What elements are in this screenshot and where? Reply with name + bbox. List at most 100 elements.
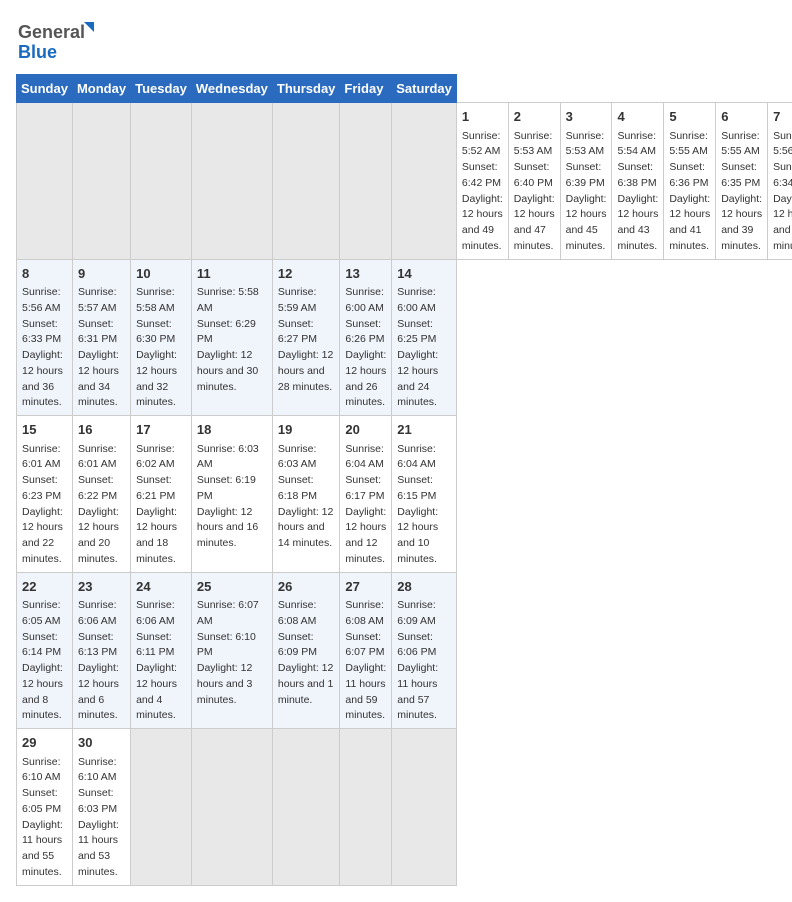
day-number: 5 <box>669 107 710 127</box>
calendar-cell <box>272 103 340 260</box>
sunrise: Sunrise: 5:57 AM <box>78 286 117 314</box>
sunset: Sunset: 6:13 PM <box>78 631 117 659</box>
sunset: Sunset: 6:09 PM <box>278 631 317 659</box>
calendar-cell: 24Sunrise: 6:06 AM Sunset: 6:11 PM Dayligh… <box>131 572 192 729</box>
calendar-cell <box>72 103 130 260</box>
week-row: 1 Sunrise: 5:52 AM Sunset: 6:42 PM Daylight… <box>17 103 792 260</box>
sunset: Sunset: 6:05 PM <box>22 787 61 815</box>
calendar-cell: 14Sunrise: 6:00 AMSunset: 6:25 PMDayligh… <box>392 259 457 416</box>
sunrise: Sunrise: 5:58 AM <box>136 286 175 314</box>
week-row: 8Sunrise: 5:56 AMSunset: 6:33 PMDaylight… <box>17 259 792 416</box>
week-row: 22Sunrise: 6:05 AMSunset: 6:14 PMDayligh… <box>17 572 792 729</box>
sunset: Sunset: 6:07 PM <box>345 631 384 659</box>
calendar-cell <box>340 103 392 260</box>
daylight: Daylight: 12 hours and 38 minutes. <box>773 193 792 252</box>
sunrise: Sunrise: 6:03 AM <box>278 443 317 471</box>
calendar-cell: 7 Sunrise: 5:56 AM Sunset: 6:34 PM Daylight… <box>768 103 792 260</box>
calendar-table: SundayMondayTuesdayWednesdayThursdayFrid… <box>16 74 792 886</box>
sunset: Sunset: 6:18 PM <box>278 474 317 502</box>
sunrise: Sunrise: 5:52 AM <box>462 130 501 158</box>
day-number: 29 <box>22 733 67 753</box>
header-day-thursday: Thursday <box>272 75 340 103</box>
calendar-cell: 1 Sunrise: 5:52 AM Sunset: 6:42 PM Daylight… <box>456 103 508 260</box>
sunset: Sunset: 6:39 PM <box>566 161 605 189</box>
day-number: 7 <box>773 107 792 127</box>
daylight: Daylight: 12 hours and 16 minutes. <box>197 506 258 550</box>
day-number: 30 <box>78 733 125 753</box>
sunset: Sunset: 6:29 PM <box>197 318 256 346</box>
calendar-cell: 17Sunrise: 6:02 AMSunset: 6:21 PMDayligh… <box>131 416 192 573</box>
sunrise: Sunrise: 5:56 AM <box>773 130 792 158</box>
calendar-cell <box>272 729 340 886</box>
daylight: Daylight: 12 hours and 10 minutes. <box>397 506 438 565</box>
header-day-tuesday: Tuesday <box>131 75 192 103</box>
sunset: Sunset: 6:06 PM <box>397 631 436 659</box>
day-number: 19 <box>278 420 335 440</box>
sunrise: Sunrise: 6:05 AM <box>22 599 61 627</box>
daylight: Daylight: 11 hours and 59 minutes. <box>345 662 386 721</box>
daylight: Daylight: 12 hours and 41 minutes. <box>669 193 710 252</box>
day-number: 18 <box>197 420 267 440</box>
sunset: Sunset: 6:40 PM <box>514 161 553 189</box>
daylight: Daylight: 12 hours and 24 minutes. <box>397 349 438 408</box>
sunrise: Sunrise: 5:56 AM <box>22 286 61 314</box>
calendar-cell: 29Sunrise: 6:10 AMSunset: 6:05 PMDayligh… <box>17 729 73 886</box>
calendar-cell: 11Sunrise: 5:58 AMSunset: 6:29 PMDayligh… <box>191 259 272 416</box>
logo: General Blue <box>16 16 96 66</box>
calendar-cell: 15Sunrise: 6:01 AMSunset: 6:23 PMDayligh… <box>17 416 73 573</box>
day-number: 2 <box>514 107 555 127</box>
day-number: 22 <box>22 577 67 597</box>
sunrise: Sunrise: 5:53 AM <box>566 130 605 158</box>
calendar-cell: 30Sunrise: 6:10 AMSunset: 6:03 PMDayligh… <box>72 729 130 886</box>
sunset: Sunset: 6:25 PM <box>397 318 436 346</box>
day-number: 14 <box>397 264 451 284</box>
day-number: 26 <box>278 577 335 597</box>
day-number: 9 <box>78 264 125 284</box>
calendar-cell: 28Sunrise: 6:09 AMSunset: 6:06 PMDayligh… <box>392 572 457 729</box>
daylight: Daylight: 12 hours and 3 minutes. <box>197 662 252 706</box>
day-number: 28 <box>397 577 451 597</box>
calendar-cell: 5Sunrise: 5:55 AMSunset: 6:36 PMDaylight… <box>664 103 716 260</box>
calendar-cell: 16Sunrise: 6:01 AMSunset: 6:22 PMDayligh… <box>72 416 130 573</box>
day-number: 23 <box>78 577 125 597</box>
header-day-sunday: Sunday <box>17 75 73 103</box>
daylight: Daylight: 12 hours and 47 minutes. <box>514 193 555 252</box>
calendar-cell <box>392 103 457 260</box>
sunrise: Sunrise: 5:55 AM <box>669 130 708 158</box>
daylight: Daylight: 12 hours and 32 minutes. <box>136 349 177 408</box>
sunrise: Sunrise: 5:58 AM <box>197 286 259 314</box>
daylight: Daylight: 12 hours and 49 minutes. <box>462 193 503 252</box>
calendar-cell: 18Sunrise: 6:03 AMSunset: 6:19 PMDayligh… <box>191 416 272 573</box>
sunset: Sunset: 6:34 PM <box>773 161 792 189</box>
sunrise: Sunrise: 5:53 AM <box>514 130 553 158</box>
calendar-cell <box>131 729 192 886</box>
daylight: Daylight: 12 hours and 8 minutes. <box>22 662 63 721</box>
header-day-friday: Friday <box>340 75 392 103</box>
sunrise: Sunrise: 6:00 AM <box>345 286 384 314</box>
daylight: Daylight: 12 hours and 22 minutes. <box>22 506 63 565</box>
daylight: Daylight: 12 hours and 4 minutes. <box>136 662 177 721</box>
calendar-cell: 10Sunrise: 5:58 AMSunset: 6:30 PMDayligh… <box>131 259 192 416</box>
daylight: Daylight: 12 hours and 18 minutes. <box>136 506 177 565</box>
sunset: Sunset: 6:33 PM <box>22 318 61 346</box>
calendar-cell: 2 Sunrise: 5:53 AM Sunset: 6:40 PM Daylight… <box>508 103 560 260</box>
daylight: Daylight: 12 hours and 43 minutes. <box>617 193 658 252</box>
sunset: Sunset: 6:42 PM <box>462 161 501 189</box>
sunset: Sunset: 6:11 PM <box>136 631 174 659</box>
calendar-cell <box>191 729 272 886</box>
sunrise: Sunrise: 6:04 AM <box>345 443 384 471</box>
daylight: Daylight: 12 hours and 20 minutes. <box>78 506 119 565</box>
daylight: Daylight: 12 hours and 26 minutes. <box>345 349 386 408</box>
daylight: Daylight: 11 hours and 55 minutes. <box>22 819 63 878</box>
sunset: Sunset: 6:26 PM <box>345 318 384 346</box>
sunrise: Sunrise: 6:04 AM <box>397 443 436 471</box>
sunset: Sunset: 6:03 PM <box>78 787 117 815</box>
daylight: Daylight: 12 hours and 36 minutes. <box>22 349 63 408</box>
header: General Blue <box>16 16 776 66</box>
day-number: 24 <box>136 577 186 597</box>
calendar-cell: 21Sunrise: 6:04 AMSunset: 6:15 PMDayligh… <box>392 416 457 573</box>
day-number: 1 <box>462 107 503 127</box>
daylight: Daylight: 11 hours and 53 minutes. <box>78 819 119 878</box>
sunrise: Sunrise: 6:06 AM <box>136 599 175 627</box>
calendar-cell: 25Sunrise: 6:07 AMSunset: 6:10 PMDayligh… <box>191 572 272 729</box>
